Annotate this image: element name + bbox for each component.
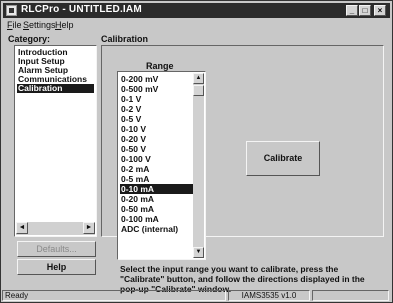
range-item[interactable]: 0-50 mA xyxy=(120,204,193,214)
range-item[interactable]: 0-2 mA xyxy=(120,164,193,174)
category-item-calibration[interactable]: Calibration xyxy=(17,84,94,93)
scroll-up-icon[interactable]: ▲ xyxy=(193,73,204,84)
range-item-selected[interactable]: 0-10 mA xyxy=(120,184,193,194)
scroll-down-icon[interactable]: ▼ xyxy=(193,247,204,258)
close-button[interactable]: × xyxy=(374,5,386,16)
menu-settings[interactable]: Settings xyxy=(23,20,56,30)
range-list[interactable]: 0-200 mV 0-500 mV 0-1 V 0-2 V 0-5 V 0-10… xyxy=(117,71,206,260)
status-pane xyxy=(312,290,389,301)
category-horizontal-scrollbar[interactable]: ◄ ► xyxy=(16,222,95,235)
range-item[interactable]: 0-2 V xyxy=(120,104,193,114)
maximize-button[interactable]: □ xyxy=(359,5,371,16)
range-item[interactable]: 0-1 V xyxy=(120,94,193,104)
status-text: Ready xyxy=(2,290,226,301)
category-list[interactable]: Introduction Input Setup Alarm Setup Com… xyxy=(14,45,97,237)
calibration-label: Calibration xyxy=(101,34,149,44)
menu-file[interactable]: File xyxy=(7,20,22,30)
range-item[interactable]: 0-20 mA xyxy=(120,194,193,204)
range-label: Range xyxy=(146,61,174,71)
range-item[interactable]: 0-500 mV xyxy=(120,84,193,94)
range-vertical-scrollbar[interactable]: ▲ ▼ xyxy=(193,73,204,258)
range-item[interactable]: 0-5 mA xyxy=(120,174,193,184)
range-item[interactable]: 0-100 V xyxy=(120,154,193,164)
range-item[interactable]: 0-100 mA xyxy=(120,214,193,224)
scroll-right-icon[interactable]: ► xyxy=(83,222,95,234)
range-item[interactable]: 0-10 V xyxy=(120,124,193,134)
window-title: RLCPro - UNTITLED.IAM xyxy=(21,4,142,15)
range-item[interactable]: 0-200 mV xyxy=(120,74,193,84)
minimize-button[interactable]: _ xyxy=(346,5,358,16)
range-item[interactable]: 0-5 V xyxy=(120,114,193,124)
calibrate-button[interactable]: Calibrate xyxy=(246,141,320,176)
title-bar[interactable]: RLCPro - UNTITLED.IAM _ □ × xyxy=(3,3,390,18)
range-item[interactable]: 0-50 V xyxy=(120,144,193,154)
help-button[interactable]: Help xyxy=(17,259,96,275)
status-bar: Ready IAMS3535 v1.0 xyxy=(2,290,389,301)
category-label: Category: xyxy=(8,34,51,44)
defaults-button[interactable]: Defaults... xyxy=(17,241,96,257)
version-text: IAMS3535 v1.0 xyxy=(228,290,310,301)
app-icon[interactable] xyxy=(6,5,17,16)
range-item[interactable]: 0-20 V xyxy=(120,134,193,144)
menu-help[interactable]: Help xyxy=(55,20,74,30)
menu-bar: File Settings Help xyxy=(3,19,390,32)
scroll-left-icon[interactable]: ◄ xyxy=(16,222,28,234)
scroll-thumb[interactable] xyxy=(193,85,204,96)
range-item[interactable]: ADC (internal) xyxy=(120,224,193,234)
